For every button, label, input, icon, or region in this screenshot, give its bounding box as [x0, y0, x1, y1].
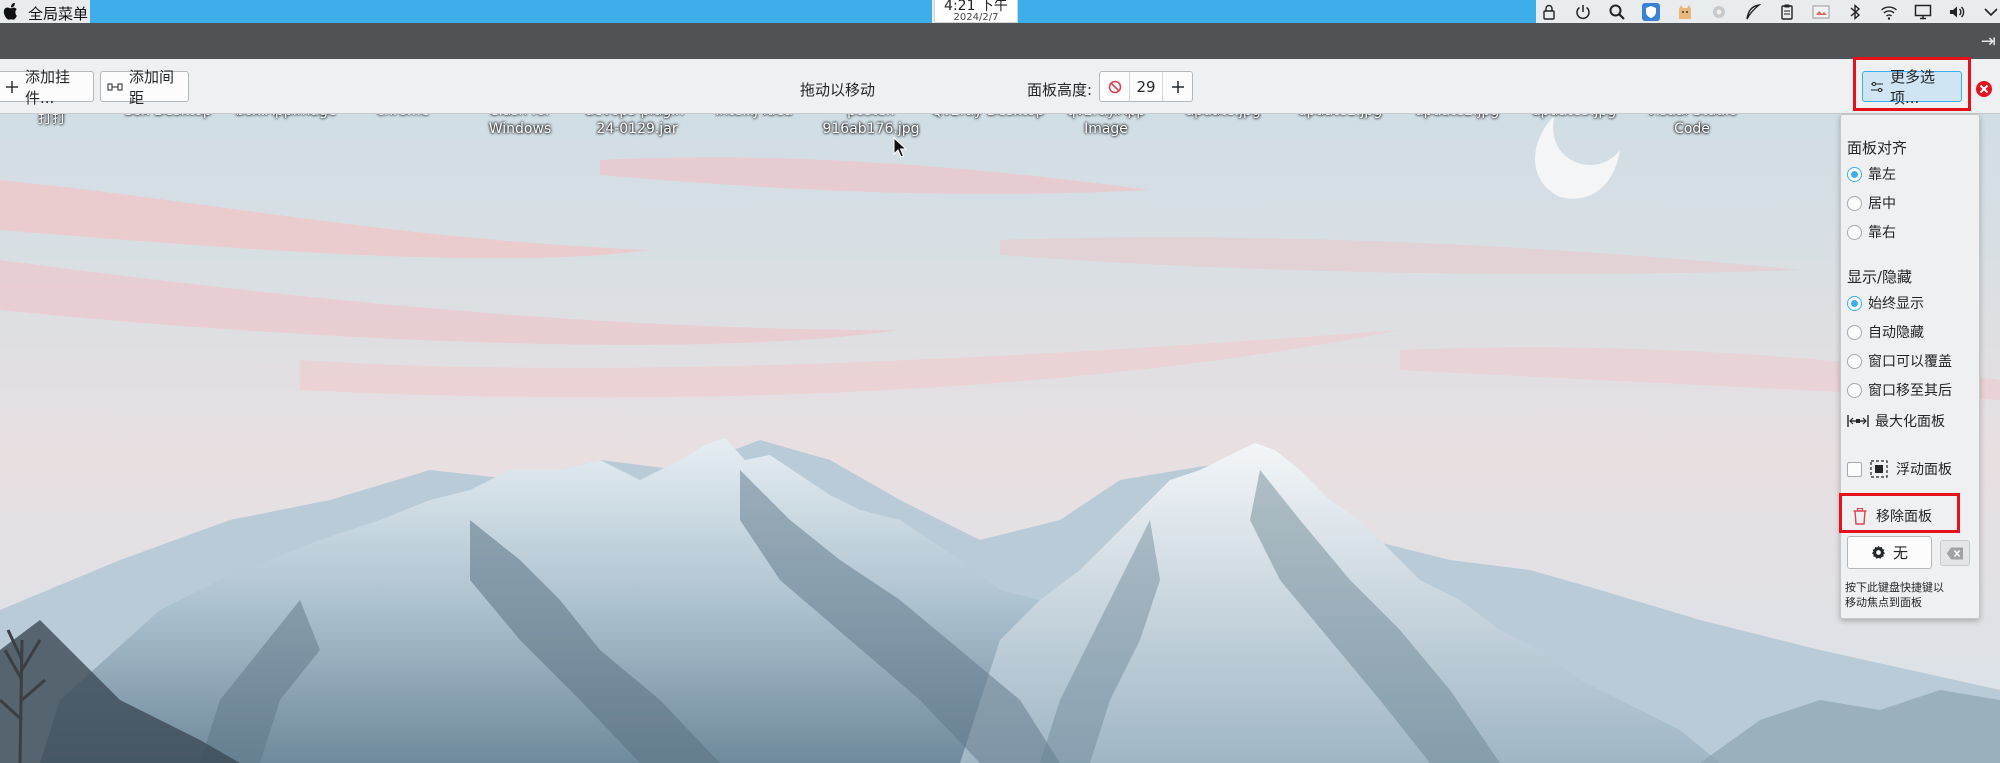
apple-icon[interactable]: [0, 1, 20, 22]
shortcut-value: 无: [1892, 544, 1908, 562]
global-menu-label[interactable]: 全局菜单: [28, 3, 88, 24]
windows-can-cover-label: 窗口可以覆盖: [1868, 354, 1952, 370]
align-right-radio[interactable]: 靠右: [1847, 222, 1896, 242]
floating-panel-checkbox[interactable]: 浮动面板: [1847, 459, 1952, 479]
digital-clock[interactable]: 4:21 下午 2024/2/7: [934, 0, 1018, 23]
checkbox-indicator: [1847, 461, 1862, 477]
maximize-panel-label: 最大化面板: [1875, 414, 1945, 430]
windows-go-below-label: 窗口移至其后: [1868, 383, 1952, 399]
radio-indicator: [1847, 382, 1862, 398]
panel-height-value[interactable]: 29: [1130, 78, 1162, 96]
highlight-box-remove-panel: [1839, 493, 1960, 533]
power-icon[interactable]: [1572, 1, 1594, 23]
chevron-down-icon[interactable]: [1980, 1, 2000, 23]
cat-icon[interactable]: [1674, 1, 1696, 23]
panel-config-toolbar: 添加挂件... 添加间距 拖动以移动 面板高度: 29 更多选项...: [0, 59, 2000, 114]
auto-hide-label: 自动隐藏: [1868, 325, 1924, 341]
align-left-label: 靠左: [1868, 167, 1896, 183]
settings-gear-icon[interactable]: [1708, 1, 1730, 23]
display-icon[interactable]: [1912, 1, 1934, 23]
add-widget-label: 添加挂件...: [25, 67, 71, 107]
panel-edit-strip: ⇥: [0, 23, 2000, 59]
clipboard-icon[interactable]: [1776, 1, 1798, 23]
align-center-radio[interactable]: 居中: [1847, 193, 1896, 213]
windows-go-below-radio[interactable]: 窗口移至其后: [1847, 380, 1952, 400]
volume-icon[interactable]: [1946, 1, 1968, 23]
reset-height-icon[interactable]: [1100, 72, 1130, 101]
backspace-icon: [1946, 547, 1963, 559]
always-visible-label: 始终显示: [1868, 296, 1924, 312]
windows-can-cover-radio[interactable]: 窗口可以覆盖: [1847, 351, 1952, 371]
shortcut-button[interactable]: 无: [1847, 536, 1932, 569]
clear-shortcut-button[interactable]: [1940, 540, 1970, 566]
top-menu-bar: 全局菜单 4:21 下午 2024/2/7: [0, 0, 2000, 23]
gear-icon: [1871, 545, 1886, 559]
maximize-width-icon: [1847, 415, 1869, 427]
taskbar-area-right: [1018, 0, 1536, 23]
mouse-cursor-icon: [893, 137, 907, 158]
wifi-icon[interactable]: [1878, 1, 1900, 23]
radio-indicator: [1847, 353, 1862, 369]
visibility-heading: 显示/隐藏: [1847, 268, 1913, 286]
panel-height-spinbox[interactable]: 29: [1099, 71, 1193, 102]
radio-indicator: [1847, 295, 1862, 311]
floating-panel-label: 浮动面板: [1896, 462, 1952, 478]
alignment-heading: 面板对齐: [1847, 139, 1908, 157]
align-right-label: 靠右: [1868, 225, 1896, 241]
drag-to-move-label: 拖动以移动: [800, 81, 876, 99]
search-icon[interactable]: [1606, 1, 1628, 23]
bluetooth-icon[interactable]: [1844, 1, 1866, 23]
feather-icon[interactable]: [1742, 1, 1764, 23]
radio-indicator: [1847, 324, 1862, 340]
add-spacer-label: 添加间距: [129, 67, 175, 107]
taskbar-area-left: [90, 0, 932, 23]
radio-indicator: [1847, 166, 1862, 182]
maximize-panel-button[interactable]: 最大化面板: [1847, 411, 1945, 431]
spacer-icon: [107, 80, 123, 94]
panel-height-label: 面板高度:: [1027, 81, 1093, 99]
align-center-label: 居中: [1868, 196, 1896, 212]
lock-icon[interactable]: [1538, 1, 1560, 23]
arrow-to-edge-icon[interactable]: ⇥: [1981, 31, 1996, 52]
shortcut-hint-text: 按下此键盘快捷键以 移动焦点到面板: [1845, 581, 1944, 609]
system-tray: [1538, 0, 2000, 23]
align-left-radio[interactable]: 靠左: [1847, 164, 1896, 184]
radio-indicator: [1847, 195, 1862, 211]
panel-options-popup: 面板对齐 靠左 居中 靠右 显示/隐藏 始终显示 自动隐藏 窗口可以覆盖 窗口移…: [1840, 114, 1980, 619]
highlight-box-more-options: [1853, 57, 1971, 111]
auto-hide-radio[interactable]: 自动隐藏: [1847, 322, 1924, 342]
add-spacer-button[interactable]: 添加间距: [100, 68, 189, 107]
close-edit-mode-icon[interactable]: [1975, 80, 1993, 98]
plus-icon: [5, 80, 19, 94]
shield-icon[interactable]: [1640, 1, 1662, 23]
radio-indicator: [1847, 224, 1862, 240]
always-visible-radio[interactable]: 始终显示: [1847, 293, 1924, 313]
floating-panel-icon: [1870, 460, 1888, 478]
clock-date: 2024/2/7: [953, 12, 999, 23]
screenshot-icon[interactable]: [1810, 1, 1832, 23]
increase-height-icon[interactable]: [1162, 72, 1192, 101]
add-widget-button[interactable]: 添加挂件...: [0, 68, 94, 107]
